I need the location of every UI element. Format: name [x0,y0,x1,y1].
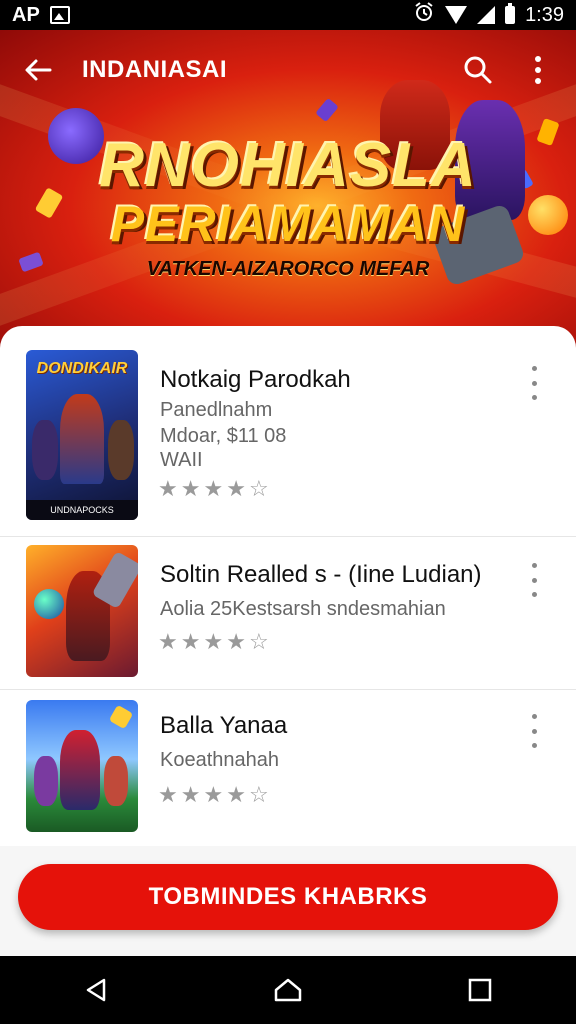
rating-stars: ★ ★ ★ ★ ☆ [158,478,269,500]
status-bar: AP 1:39 [0,0,576,30]
app-list-sheet: DONDIKAIR UNDNAPOCKS Notkaig Parodkah Pa… [0,326,576,846]
more-dot [531,743,537,748]
thumbnail-character [104,756,128,806]
more-dot [531,592,537,597]
battery-icon [505,3,516,24]
more-options-button[interactable] [518,50,558,90]
more-dot [531,380,537,386]
thumbnail-character [60,730,100,810]
app-subtitle: Koeathnahah [160,749,280,771]
app-title: Balla Yanaa [160,712,288,739]
nav-back-button[interactable] [66,960,126,1020]
thumbnail-title: DONDIKAIR [36,360,128,377]
nav-home-icon [274,978,302,1002]
app-extra: WAII [160,449,203,471]
list-item[interactable]: DONDIKAIR UNDNAPOCKS Notkaig Parodkah Pa… [0,326,576,536]
hero-subtitle: VATKEN-AIZARORCO MEFAR [146,258,430,280]
star-icon: ★ [158,476,178,501]
hero-banner: INDANIASAI RNOHIASLA PERIAMAMAN VATKEN-A… [0,30,576,350]
page-title: INDANIASAI [82,56,228,83]
list-item[interactable]: Balla Yanaa Koeathnahah ★ ★ ★ ★ ☆ [0,690,576,840]
more-dot [531,714,537,719]
star-icon: ★ [203,782,224,807]
search-button[interactable] [458,50,498,90]
alarm-icon [413,1,435,29]
item-more-button[interactable] [522,563,546,597]
system-nav-bar [0,956,576,1024]
app-thumbnail [26,545,138,677]
wifi-icon [445,6,468,24]
nav-back-icon [86,978,106,1002]
hero-title-line2: PERIAMAMAN [110,196,466,252]
thumbnail-character [32,420,58,480]
star-icon: ★ [203,629,224,654]
nav-home-button[interactable] [258,960,318,1020]
star-icon: ★ [203,476,224,501]
hero-title-line1: RNOHIASLA [99,131,477,200]
rating-stars: ★ ★ ★ ★ ☆ [158,784,269,806]
more-dot [531,728,537,734]
star-outline-icon: ☆ [248,629,269,654]
thumbnail-character [60,394,104,484]
star-outline-icon: ☆ [248,782,269,807]
back-button[interactable] [18,50,58,90]
app-subtitle: Aolia 25Kestsarsh sndesmahian [160,598,446,620]
status-time: 1:39 [525,3,564,26]
more-dot [531,577,537,583]
star-icon: ★ [226,476,246,501]
more-vert-icon [535,56,541,84]
status-right: 1:39 [413,1,564,29]
star-icon: ★ [226,629,246,654]
image-notification-icon [49,6,70,24]
thumbnail-orb [34,589,64,619]
more-dot [531,395,537,400]
star-icon: ★ [158,629,178,654]
nav-recents-icon [468,978,492,1002]
app-title: Notkaig Parodkah [160,366,351,393]
thumbnail-character [108,420,134,480]
app-subtitle: Panedlnahm [160,399,273,421]
app-title: Soltin Realled s - (Iine Ludian) [160,561,482,588]
star-icon: ★ [158,782,178,807]
thumbnail-footer: UNDNAPOCKS [26,500,138,520]
app-price: Mdoar, $11 08 [160,425,287,447]
more-dot [531,366,537,371]
signal-icon [477,6,496,24]
star-icon: ★ [180,629,201,654]
app-thumbnail [26,700,138,832]
item-more-button[interactable] [522,714,546,748]
rating-stars: ★ ★ ★ ★ ☆ [158,631,269,653]
nav-recents-button[interactable] [450,960,510,1020]
star-icon: ★ [180,476,201,501]
cta-container: TOBMINDES KHABRKS [0,846,576,956]
thumbnail-confetti [108,704,134,730]
list-item[interactable]: Soltin Realled s - (Iine Ludian) Aolia 2… [0,537,576,687]
status-left: AP [12,4,70,27]
star-outline-icon: ☆ [248,476,269,501]
app-thumbnail: DONDIKAIR UNDNAPOCKS [26,350,138,520]
star-icon: ★ [226,782,246,807]
more-dot [531,563,537,568]
star-icon: ★ [180,782,201,807]
app-bar: INDANIASAI [0,30,576,110]
arrow-left-icon [25,59,52,81]
status-app-label: AP [12,3,40,26]
thumbnail-character [34,756,58,806]
search-icon [464,56,492,84]
item-more-button[interactable] [522,366,546,400]
primary-cta-button[interactable]: TOBMINDES KHABRKS [18,864,558,930]
